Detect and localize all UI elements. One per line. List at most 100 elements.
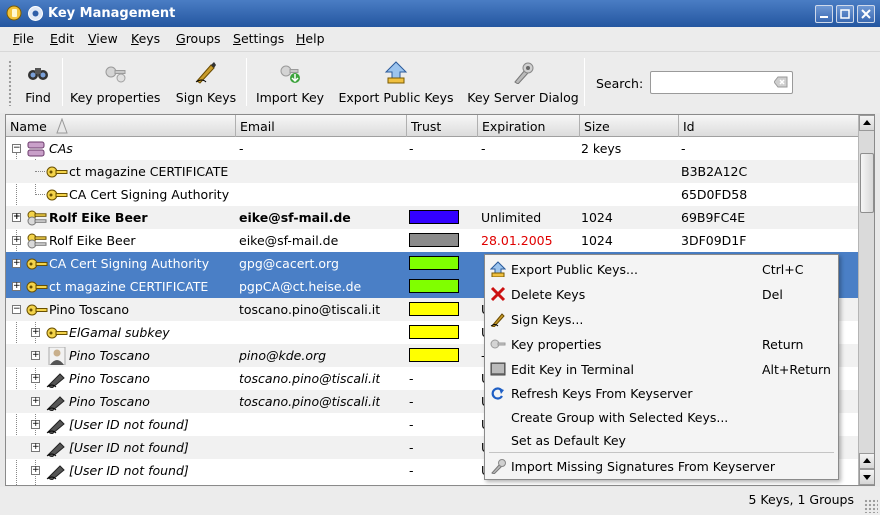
expand-toggle[interactable]: +	[31, 466, 40, 475]
menu-help-rest: elp	[305, 31, 325, 46]
scroll-down-button[interactable]	[859, 469, 874, 485]
sign-keys-label: Sign Keys	[175, 90, 237, 105]
toolbar-grip[interactable]	[8, 60, 12, 106]
scroll-up-button-bottom[interactable]	[859, 453, 874, 469]
close-icon	[861, 9, 871, 19]
resize-grip[interactable]	[864, 499, 878, 513]
menu-item-label: Set as Default Key	[511, 433, 626, 448]
menu-item-refresh-keys[interactable]: Refresh Keys From Keyserver	[486, 381, 837, 405]
minimize-button[interactable]	[815, 5, 833, 23]
menu-keys-rest: eys	[138, 31, 161, 46]
vertical-scrollbar[interactable]	[858, 115, 874, 485]
collapse-toggle[interactable]: −	[12, 305, 21, 314]
key-size: 1024	[581, 233, 613, 248]
column-size-label: Size	[584, 119, 610, 134]
menu-view-rest: iew	[96, 31, 118, 46]
menu-groups-rest: roups	[185, 31, 221, 46]
menu-item-key-properties[interactable]: Key properties Return	[486, 332, 837, 356]
window-menu-icon[interactable]	[27, 5, 44, 22]
user-id-icon	[46, 419, 65, 434]
menu-file[interactable]: File	[13, 31, 34, 46]
expand-toggle[interactable]: +	[31, 420, 40, 429]
menu-item-label: Import Missing Signatures From Keyserver	[511, 459, 776, 474]
collapse-toggle[interactable]: −	[12, 144, 21, 153]
key-expiration: -	[481, 141, 486, 156]
trust-indicator	[409, 302, 459, 316]
sort-ascending-icon	[56, 118, 68, 134]
menu-item-delete-keys[interactable]: Delete Keys Del	[486, 282, 837, 306]
toolbar: Find Key properties Sign Keys Import Key…	[0, 51, 880, 113]
key-id: 69B9FC4E	[681, 210, 746, 225]
table-row[interactable]: + Rolf Eike Beer eike@sf-mail.de Unlimit…	[6, 206, 858, 229]
menu-item-edit-key-in-terminal[interactable]: Edit Key in Terminal Alt+Return	[486, 357, 837, 381]
menu-file-rest: ile	[19, 31, 34, 46]
menu-item-label: Sign Keys...	[511, 312, 584, 327]
menu-settings[interactable]: Settings	[233, 31, 284, 46]
menu-groups[interactable]: Groups	[176, 31, 221, 46]
scrollbar-thumb[interactable]	[860, 153, 874, 213]
title-bar[interactable]: Key Management	[0, 0, 880, 27]
key-email: eike@sf-mail.de	[239, 210, 351, 225]
table-row[interactable]: − CAs - - - 2 keys -	[6, 137, 858, 160]
menu-bar: File Edit View Keys Groups Settings Help	[0, 27, 880, 51]
key-trust: -	[409, 463, 414, 478]
column-header-id[interactable]: Id	[679, 115, 858, 137]
column-header-size[interactable]: Size	[580, 115, 679, 137]
key-name: CA Cert Signing Authority	[49, 256, 210, 271]
key-name: CA Cert Signing Authority	[69, 187, 230, 202]
column-header-email[interactable]: Email	[236, 115, 407, 137]
clear-search-icon[interactable]	[774, 76, 788, 88]
expand-toggle[interactable]: +	[31, 374, 40, 383]
menu-item-sign-keys[interactable]: Sign Keys...	[486, 307, 837, 331]
expand-toggle[interactable]: +	[12, 236, 21, 245]
key-name: Rolf Eike Beer	[49, 210, 148, 225]
menu-help-mnemonic: H	[296, 31, 306, 46]
import-key-button[interactable]: Import Key	[254, 54, 326, 110]
key-trust: -	[409, 394, 414, 409]
close-button[interactable]	[857, 5, 875, 23]
column-header-name[interactable]: Name	[6, 115, 236, 137]
menu-item-set-default-key[interactable]: Set as Default Key	[486, 428, 837, 452]
menu-separator	[489, 452, 834, 453]
key-email: toscano.pino@tiscali.it	[239, 371, 381, 386]
find-button[interactable]: Find	[18, 54, 58, 110]
menu-item-export-public-keys[interactable]: Export Public Keys... Ctrl+C	[486, 257, 837, 281]
menu-keys[interactable]: Keys	[131, 31, 160, 46]
expand-toggle[interactable]: +	[12, 259, 21, 268]
table-row[interactable]: + Rolf Eike Beer eike@sf-mail.de 28.01.2…	[6, 229, 858, 252]
expand-toggle[interactable]: +	[31, 397, 40, 406]
key-name: Rolf Eike Beer	[49, 233, 136, 248]
tree-line	[35, 171, 45, 172]
key-id: 3DF09D1F	[681, 233, 747, 248]
expand-toggle[interactable]: +	[12, 282, 21, 291]
scroll-up-button[interactable]	[859, 115, 874, 131]
search-input[interactable]	[650, 71, 793, 94]
column-header-trust[interactable]: Trust	[407, 115, 478, 137]
key-server-dialog-button[interactable]: Key Server Dialog	[466, 54, 580, 110]
expand-toggle[interactable]: +	[31, 328, 40, 337]
user-photo-icon	[48, 347, 66, 365]
menu-view[interactable]: View	[88, 31, 118, 46]
menu-item-import-missing-signatures[interactable]: Import Missing Signatures From Keyserver	[486, 454, 837, 478]
menu-help[interactable]: Help	[296, 31, 325, 46]
expand-toggle[interactable]: +	[31, 443, 40, 452]
menu-item-create-group[interactable]: Create Group with Selected Keys...	[486, 405, 837, 429]
user-id-icon	[46, 442, 65, 457]
column-id-label: Id	[683, 119, 695, 134]
key-name: Pino Toscano	[49, 302, 130, 317]
maximize-button[interactable]	[836, 5, 854, 23]
key-properties-button[interactable]: Key properties	[70, 54, 160, 110]
table-row[interactable]: CA Cert Signing Authority 65D0FD58	[6, 183, 858, 206]
menu-edit[interactable]: Edit	[50, 31, 74, 46]
app-key-icon[interactable]	[6, 5, 23, 22]
maximize-icon	[840, 9, 850, 19]
column-header-expiration[interactable]: Expiration	[478, 115, 580, 137]
expand-toggle[interactable]: +	[12, 213, 21, 222]
key-trust: -	[409, 440, 414, 455]
export-public-keys-button[interactable]: Export Public Keys	[336, 54, 456, 110]
expand-toggle[interactable]: +	[31, 351, 40, 360]
delete-icon	[490, 286, 506, 302]
public-key-icon	[26, 304, 48, 316]
table-row[interactable]: ct magazine CERTIFICATE B3B2A12C	[6, 160, 858, 183]
sign-keys-button[interactable]: Sign Keys	[172, 54, 240, 110]
